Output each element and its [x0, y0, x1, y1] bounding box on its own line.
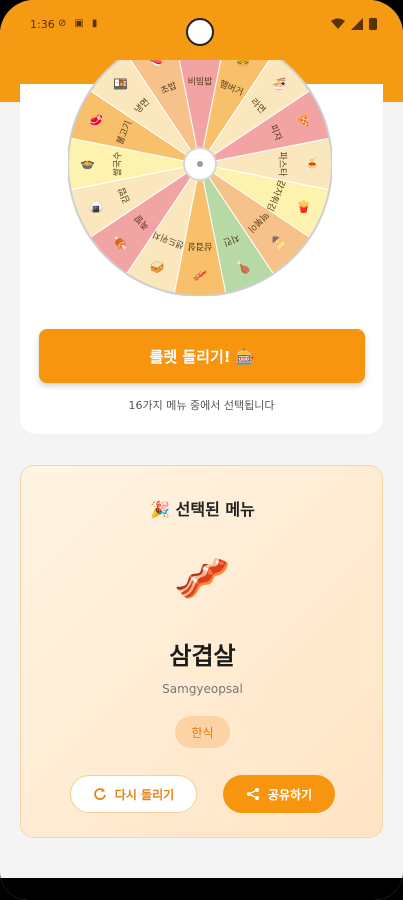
share-button[interactable]: 공유하기: [223, 775, 335, 813]
result-card: 🎉 선택된 메뉴 🥓 삼겹살 Samgyeopsal 한식 다시 돌리기 공유하…: [20, 465, 383, 838]
sd-card-icon: ▮: [91, 18, 98, 29]
retry-button-label: 다시 돌리기: [114, 787, 175, 802]
wheel-segment-emoji: 🍙: [89, 199, 104, 213]
menu-count-caption: 16가지 메뉴 중에서 선택됩니다: [128, 399, 275, 412]
no-disturb-icon: ⊘: [58, 18, 67, 29]
retry-button[interactable]: 다시 돌리기: [70, 775, 197, 813]
hub-center-dot: [197, 161, 203, 167]
wheel-segment-emoji: 🍱: [113, 77, 128, 91]
share-button-label: 공유하기: [267, 787, 313, 802]
wheel-segment-label: 비빔밥: [188, 77, 213, 88]
share-icon: [246, 788, 259, 800]
spin-button-label: 룰렛 돌리기! 🎰: [149, 347, 255, 366]
signal-icon: [351, 17, 363, 30]
navigation-bar: [0, 878, 403, 900]
wheel-segment-emoji: 🥪: [150, 260, 165, 274]
camera-cutout: [186, 18, 214, 46]
gallery-icon: ▣: [74, 18, 84, 29]
result-menu-name: 삼겹살: [169, 642, 236, 670]
refresh-icon: [93, 788, 106, 800]
roulette-wheel[interactable]: 햄버거🍔라면🍜피자🍕파스타🍝감자튀김🍟떡볶이🍢치킨🍗삼겹살🥓샌드위치🥪족발🍖김밥…: [67, 31, 333, 300]
app-screen: 1:36 ⊘ ▣ ▮ 뭐먹지? 햄버거🍔라면🍜피자🍕파스타🍝감자튀김🍟떡볶이🍢치…: [0, 0, 403, 900]
notification-icons: ⊘ ▣ ▮: [58, 18, 97, 29]
spin-button[interactable]: 룰렛 돌리기! 🎰: [39, 329, 365, 383]
wifi-icon: [331, 18, 345, 29]
system-icons: [331, 17, 377, 30]
wheel-segment-emoji: 🍔: [235, 60, 250, 67]
wheel-segment-label: 쌀국수: [113, 152, 124, 177]
wheel-segment-emoji: 🍕: [296, 114, 311, 128]
wheel-graphic[interactable]: 햄버거🍔라면🍜피자🍕파스타🍝감자튀김🍟떡볶이🍢치킨🍗삼겹살🥓샌드위치🥪족발🍖김밥…: [67, 31, 333, 297]
wheel-segment-emoji: 🍟: [296, 199, 311, 213]
result-header: 🎉 선택된 메뉴: [150, 500, 255, 519]
battery-icon: [369, 18, 377, 30]
wheel-segment-emoji: 🍜: [272, 77, 287, 91]
status-time: 1:36: [30, 18, 55, 31]
category-badge: 한식: [175, 716, 230, 748]
wheel-segment-emoji: 🍝: [305, 157, 320, 171]
wheel-segment-emoji: 🥩: [89, 114, 104, 128]
bacon-icon: 🥓: [173, 551, 232, 605]
wheel-segment-emoji: 🍖: [113, 235, 128, 251]
wheel-segment-label: 삼겹살: [188, 240, 213, 252]
wheel-segment-emoji: 🍗: [235, 260, 250, 274]
wheel-segment-emoji: 🥓: [193, 269, 208, 283]
wheel-segment-label: 파스타: [276, 152, 287, 178]
wheel-segment-emoji: 🍲: [80, 157, 95, 171]
wheel-segment-emoji: 🍢: [272, 236, 287, 250]
result-menu-romanized: Samgyeopsal: [162, 682, 243, 696]
wheel-segment-emoji: 🍣: [150, 60, 165, 67]
